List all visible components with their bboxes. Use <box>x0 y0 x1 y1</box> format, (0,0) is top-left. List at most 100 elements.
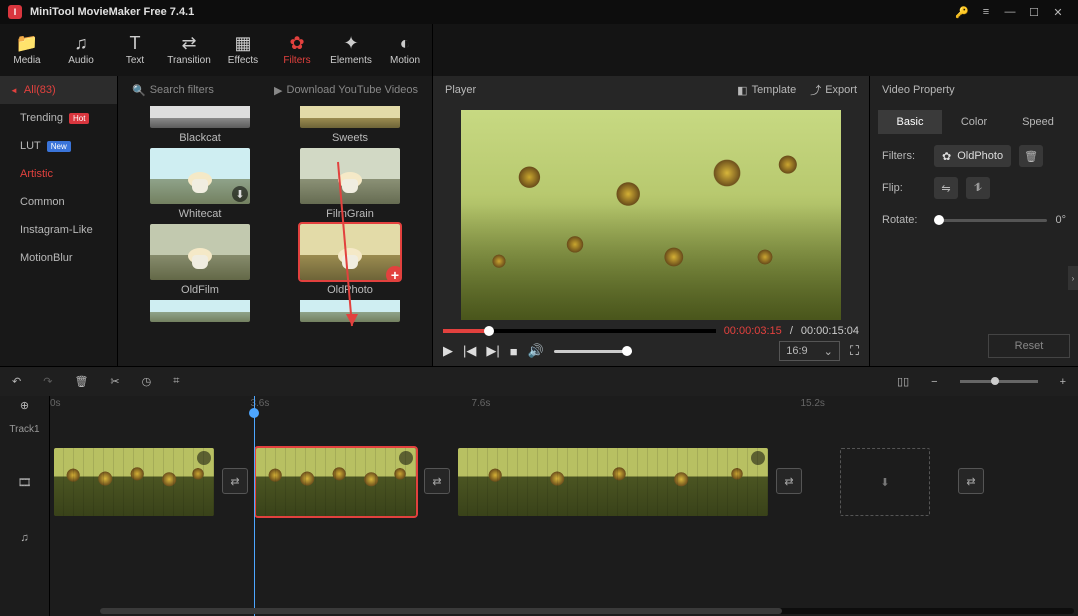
filter-blackcat[interactable]: Blackcat <box>134 106 266 144</box>
filters-label: Filters: <box>882 150 926 162</box>
tab-filters[interactable]: ✿Filters <box>270 24 324 76</box>
audio-icon: ♫ <box>74 34 88 52</box>
time-ruler[interactable]: 0s3.6s7.6s15.2s <box>50 396 1078 414</box>
category-all[interactable]: All(83) <box>0 76 117 104</box>
category-artistic[interactable]: Artistic <box>0 160 117 188</box>
transition-slot-2[interactable]: ⇄ <box>424 468 450 494</box>
tab-elements[interactable]: ✦Elements <box>324 24 378 76</box>
maximize-button[interactable]: ☐ <box>1022 2 1046 22</box>
app-title: MiniTool MovieMaker Free 7.4.1 <box>30 6 194 18</box>
video-track[interactable]: ⇄ ⇄ ⇄ ⬇ ⇄ <box>50 444 1078 520</box>
applied-filter-chip[interactable]: ✿ OldPhoto <box>934 145 1011 167</box>
filter-grid-panel: 🔍 Search filters ▶ Download YouTube Vide… <box>118 76 433 366</box>
close-button[interactable]: ✕ <box>1046 2 1070 22</box>
zoom-in-button[interactable]: + <box>1060 376 1066 388</box>
search-placeholder: Search filters <box>150 84 214 96</box>
tab-motion[interactable]: ◐Motion <box>378 24 432 76</box>
clip-1[interactable] <box>54 448 214 516</box>
collapse-property-button[interactable]: › <box>1068 266 1078 290</box>
property-tab-speed[interactable]: Speed <box>1006 110 1070 134</box>
filter-name: OldFilm <box>181 284 219 296</box>
license-key-icon[interactable]: 🔑 <box>950 2 974 22</box>
tab-text[interactable]: TText <box>108 24 162 76</box>
export-button[interactable]: ⤴ Export <box>810 82 857 98</box>
category-motionblur[interactable]: MotionBlur <box>0 244 117 272</box>
category-instagram-like[interactable]: Instagram-Like <box>0 216 117 244</box>
volume-icon[interactable]: 🔊 <box>528 343 544 359</box>
badge-new: New <box>47 141 71 152</box>
audio-track-icon[interactable]: ♫ <box>0 520 49 556</box>
seek-bar[interactable] <box>443 329 716 333</box>
redo-button[interactable]: ↷ <box>43 375 52 388</box>
elements-icon: ✦ <box>343 34 358 52</box>
next-frame-button[interactable]: ▶| <box>486 343 499 359</box>
property-tab-color[interactable]: Color <box>942 110 1006 134</box>
stop-button[interactable]: ■ <box>510 344 518 359</box>
delete-button[interactable]: 🗑 <box>74 375 88 388</box>
speed-button[interactable]: ◷ <box>142 375 152 388</box>
fullscreen-button[interactable]: ⛶ <box>850 343 859 359</box>
flip-horizontal-button[interactable]: ⇋ <box>934 177 958 199</box>
tab-media[interactable]: 📁Media <box>0 24 54 76</box>
video-track-icon[interactable]: 🎞 <box>0 444 49 520</box>
clip-2[interactable] <box>256 448 416 516</box>
player-preview[interactable] <box>461 110 841 320</box>
category-common[interactable]: Common <box>0 188 117 216</box>
aspect-ratio-select[interactable]: 16:9 ⌄ <box>779 341 840 361</box>
play-button[interactable]: ▶ <box>443 343 453 359</box>
crop-button[interactable]: ⌗ <box>173 375 179 388</box>
menu-icon[interactable]: ≡ <box>974 2 998 22</box>
transition-slot-3[interactable]: ⇄ <box>776 468 802 494</box>
split-button[interactable]: ✂ <box>110 375 119 388</box>
timeline-scrollbar[interactable] <box>100 608 1074 614</box>
property-tab-basic[interactable]: Basic <box>878 110 942 134</box>
filter-name: Whitecat <box>179 208 222 220</box>
download-youtube-button[interactable]: ▶ Download YouTube Videos <box>274 84 418 97</box>
transition-slot-1[interactable]: ⇄ <box>222 468 248 494</box>
titlebar: I MiniTool MovieMaker Free 7.4.1 🔑 ≡ — ☐… <box>0 0 1078 24</box>
download-icon[interactable]: ⬇ <box>232 186 248 202</box>
filter-name: Blackcat <box>179 132 221 144</box>
template-button[interactable]: ◧ Template <box>737 84 796 97</box>
track-label: Track1 <box>0 414 49 444</box>
fit-button[interactable]: ▯▯ <box>897 375 909 388</box>
playhead[interactable] <box>254 396 255 616</box>
reset-button[interactable]: Reset <box>988 334 1070 358</box>
filter-icon: ✿ <box>942 150 951 163</box>
add-clip-slot[interactable]: ⬇ <box>840 448 930 516</box>
filter-whitecat[interactable]: ⬇ Whitecat <box>134 148 266 220</box>
filter-filmgrain[interactable]: FilmGrain <box>284 148 416 220</box>
add-filter-button[interactable]: + <box>386 266 400 280</box>
filter-sweets[interactable]: Sweets <box>284 106 416 144</box>
volume-slider[interactable] <box>554 350 632 353</box>
timeline: ⊕ Track1 🎞 ♫ 0s3.6s7.6s15.2s ⇄ ⇄ ⇄ ⬇ ⇄ <box>0 396 1078 616</box>
zoom-slider[interactable] <box>960 380 1038 383</box>
prev-frame-button[interactable]: |◀ <box>463 343 476 359</box>
app-icon: I <box>8 5 22 19</box>
player-title: Player <box>445 84 476 96</box>
tab-effects[interactable]: ▦Effects <box>216 24 270 76</box>
rotate-value: 0° <box>1055 214 1066 226</box>
flip-label: Flip: <box>882 182 926 194</box>
property-panel: Video Property BasicColorSpeed Filters: … <box>870 76 1078 366</box>
zoom-out-button[interactable]: − <box>931 376 937 388</box>
minimize-button[interactable]: — <box>998 2 1022 22</box>
tab-transition[interactable]: ⇄Transition <box>162 24 216 76</box>
transition-slot-4[interactable]: ⇄ <box>958 468 984 494</box>
filter-oldphoto[interactable]: +OldPhoto <box>284 224 416 296</box>
search-filters[interactable]: 🔍 Search filters <box>132 84 266 97</box>
remove-filter-button[interactable]: 🗑 <box>1019 145 1043 167</box>
filter-oldfilm[interactable]: OldFilm <box>134 224 266 296</box>
clip-3[interactable] <box>458 448 768 516</box>
undo-button[interactable]: ↶ <box>12 375 21 388</box>
tab-audio[interactable]: ♫Audio <box>54 24 108 76</box>
timeline-toolbar: ↶ ↷ 🗑 ✂ ◷ ⌗ ▯▯ − + <box>0 366 1078 396</box>
category-trending[interactable]: TrendingHot <box>0 104 117 132</box>
flip-vertical-button[interactable]: ⥮ <box>966 177 990 199</box>
rotate-label: Rotate: <box>882 214 926 226</box>
add-track-button[interactable]: ⊕ <box>0 396 49 414</box>
category-lut[interactable]: LUTNew <box>0 132 117 160</box>
rotate-slider[interactable] <box>934 219 1047 222</box>
chevron-down-icon: ⌄ <box>824 345 833 358</box>
filter-name: Sweets <box>332 132 368 144</box>
